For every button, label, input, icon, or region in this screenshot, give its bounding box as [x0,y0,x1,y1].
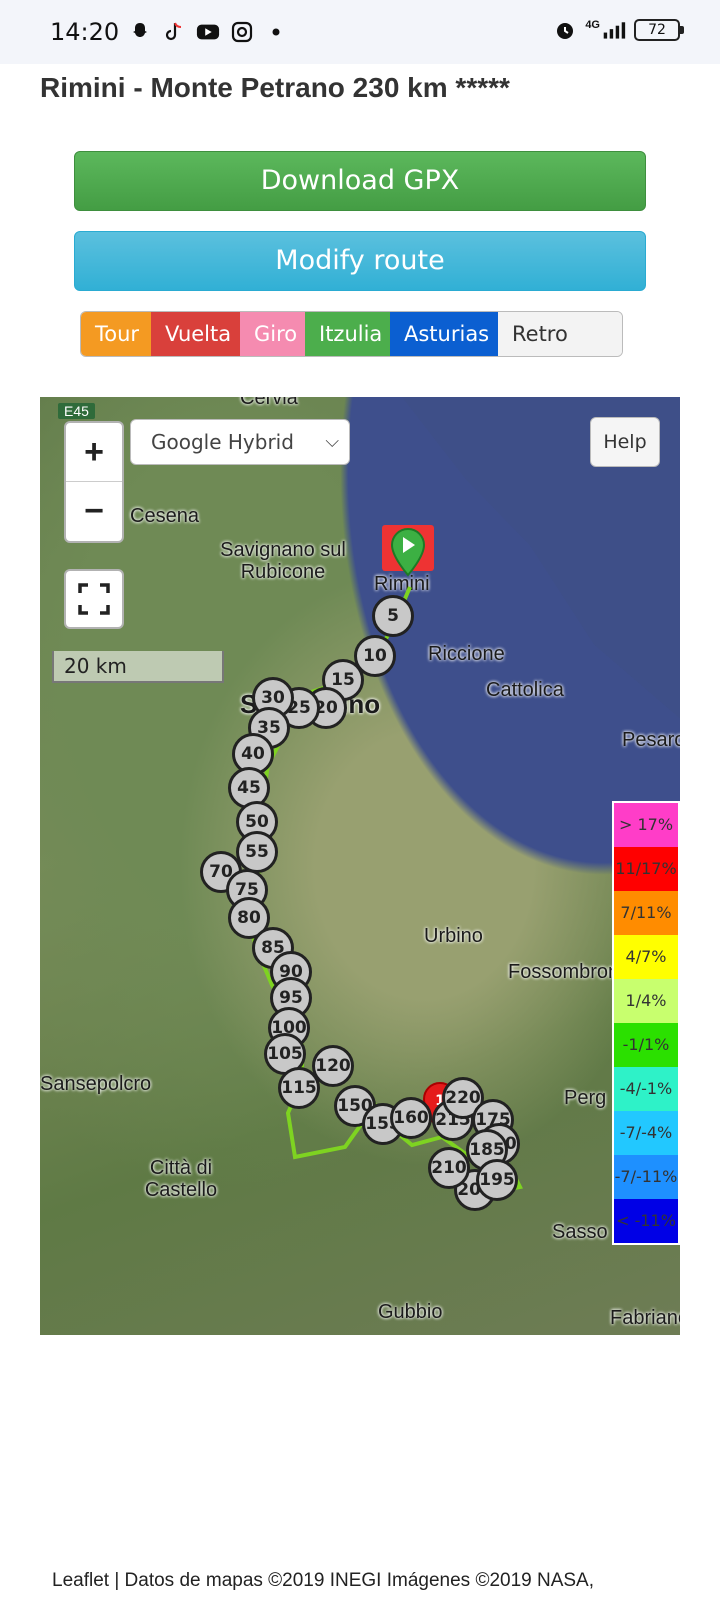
route-map[interactable]: Cesena Savignano sul Rubicone Rimini Ric… [40,397,680,1335]
fullscreen-button[interactable] [64,569,124,629]
layer-select-value: Google Hybrid [151,430,294,454]
legend-item: -4/-1% [614,1067,678,1111]
network-type: 4G [585,19,600,31]
start-marker[interactable] [382,525,438,606]
tiktok-icon [162,20,186,44]
zoom-control: + − [64,421,124,543]
legend-item: -7/-4% [614,1111,678,1155]
battery-indicator: 72 [634,19,684,41]
map-scale: 20 km [52,651,224,683]
alarm-icon [553,18,577,42]
status-time: 14:20 [50,18,120,46]
status-right: 4G 72 [553,18,684,42]
legend-item: 4/7% [614,935,678,979]
legend-item: 1/4% [614,979,678,1023]
snapchat-icon [128,20,152,44]
km-marker[interactable]: 195 [476,1159,518,1201]
legend-item: < -11% [614,1199,678,1243]
km-marker[interactable]: 5 [372,595,414,637]
fullscreen-icon [78,583,110,615]
help-button[interactable]: Help [590,417,660,467]
style-vuelta-button[interactable]: Vuelta [151,312,240,356]
youtube-icon [196,20,220,44]
legend-item: 7/11% [614,891,678,935]
legend-item: -1/1% [614,1023,678,1067]
instagram-icon [230,20,254,44]
km-marker[interactable]: 120 [312,1045,354,1087]
km-marker[interactable]: 55 [236,831,278,873]
signal-icon [602,18,626,42]
km-marker[interactable]: 160 [390,1097,432,1139]
notification-icons [128,20,288,44]
legend-item: -7/-11% [614,1155,678,1199]
layer-select[interactable]: Google Hybrid ⌵ [130,419,350,465]
style-giro-button[interactable]: Giro [240,312,305,356]
style-selector: Tour Vuelta Giro Itzulia Asturias Retro … [80,311,623,357]
route-overlay [227,586,523,1196]
legend-item: > 17% [614,803,678,847]
chevron-down-icon: ⌵ [325,431,339,452]
zoom-out-button[interactable]: − [66,482,122,541]
dot-icon [264,20,288,44]
status-bar: 14:20 4G 72 [0,0,720,64]
style-itzulia-button[interactable]: Itzulia [305,312,390,356]
gradient-legend: > 17% 11/17% 7/11% 4/7% 1/4% -1/1% -4/-1% -7/-4… [612,801,680,1245]
legend-item: 11/17% [614,847,678,891]
page-title: Rimini - Monte Petrano 230 km ***** [40,72,510,103]
style-retro-button[interactable]: Retro 70's [498,312,622,356]
style-asturias-button[interactable]: Asturias [390,312,498,356]
modify-route-button[interactable]: Modify route [74,231,646,291]
start-flag-icon [382,525,434,577]
download-gpx-button[interactable]: Download GPX [74,151,646,211]
zoom-in-button[interactable]: + [66,423,122,482]
km-marker[interactable]: 210 [428,1147,470,1189]
map-attribution: Leaflet | Datos de mapas ©2019 INEGI Imá… [48,1570,599,1592]
style-tour-button[interactable]: Tour [81,312,151,356]
attribution-text: Leaflet | Datos de mapas ©2019 INEGI Imá… [52,1570,595,1591]
